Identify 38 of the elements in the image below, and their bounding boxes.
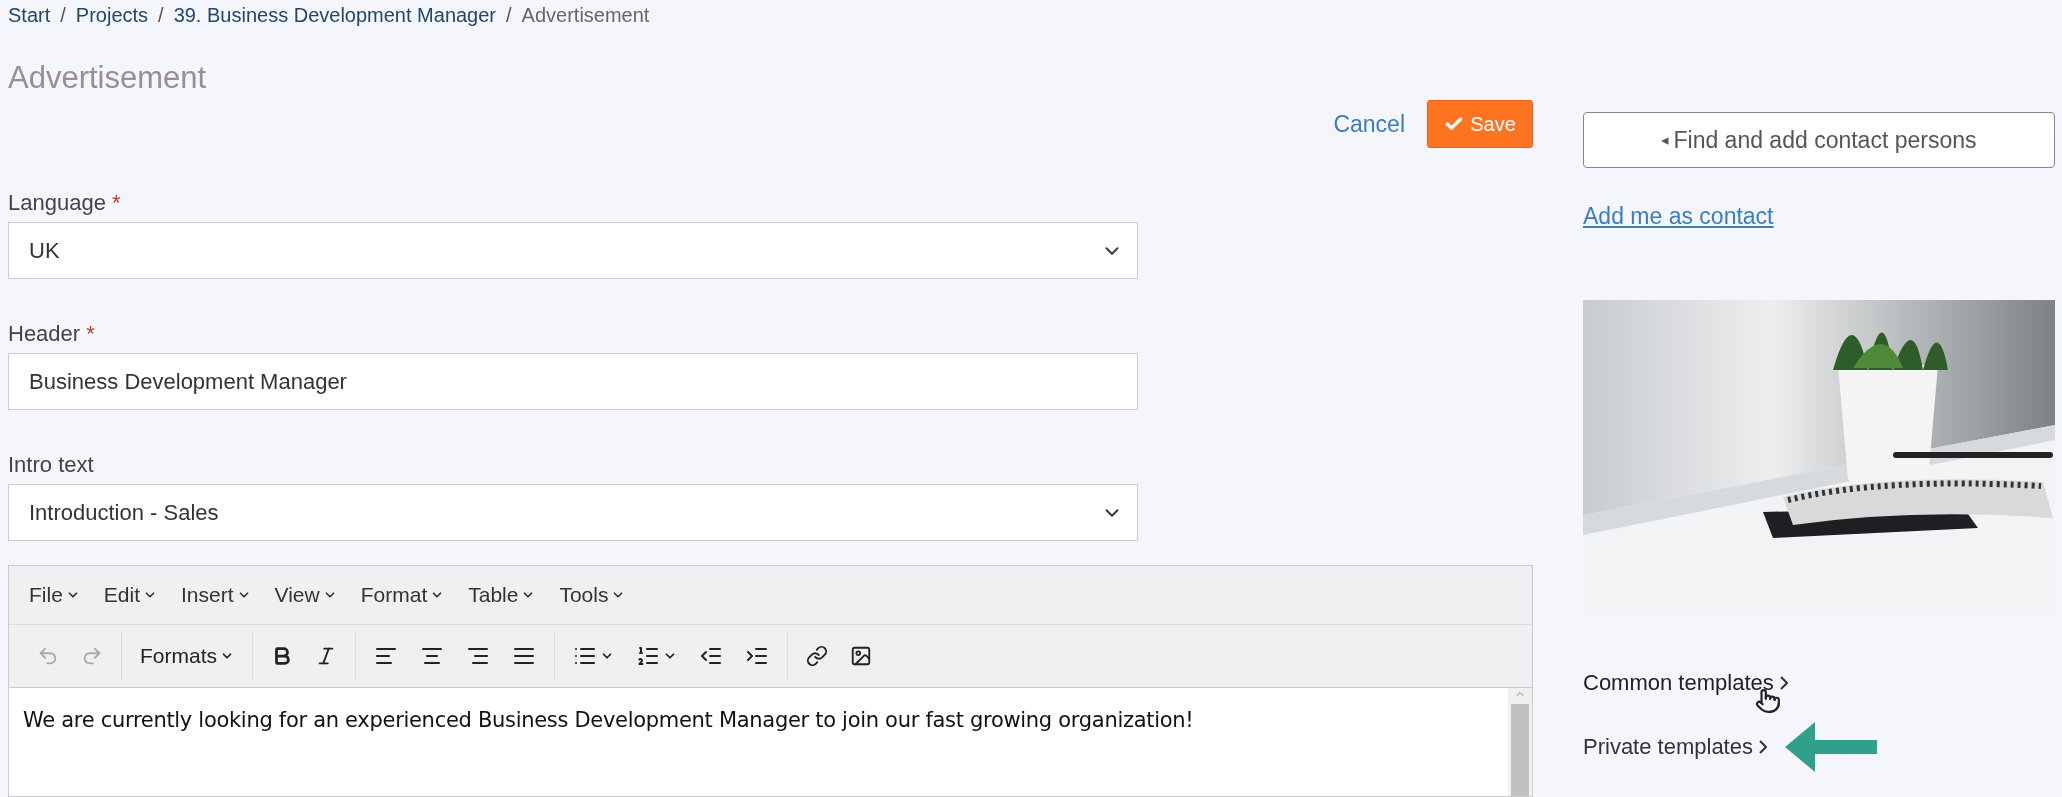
editor-text: We are currently looking for an experienced Business Development Manager to join our fast growing organization! bbox=[22, 707, 1195, 734]
chevron-right-icon bbox=[1758, 740, 1767, 754]
templates-link[interactable]: Private templates bbox=[1583, 734, 1767, 760]
input-field[interactable]: Business Development Manager bbox=[8, 353, 1138, 410]
breadcrumb-link[interactable]: Advertisement bbox=[521, 3, 650, 27]
field-label: Intro text bbox=[8, 452, 94, 478]
menu-item[interactable]: Tools bbox=[549, 579, 636, 611]
required-mark: * bbox=[86, 321, 95, 347]
field-label: Header bbox=[8, 321, 81, 347]
find-contacts-button[interactable]: ◂ Find and add contact persons bbox=[1583, 112, 2055, 168]
undo-icon bbox=[37, 645, 59, 667]
image-icon bbox=[850, 645, 872, 667]
menu-item[interactable]: Insert bbox=[171, 579, 261, 611]
menu-item[interactable]: Edit bbox=[93, 579, 168, 611]
required-mark: * bbox=[111, 190, 121, 216]
formats-dropdown[interactable]: Formats bbox=[132, 638, 242, 674]
select-field[interactable]: UK bbox=[8, 222, 1138, 279]
redo-icon bbox=[81, 645, 103, 667]
menu-item[interactable]: View bbox=[264, 579, 347, 611]
menu-item[interactable]: Table bbox=[458, 579, 546, 611]
breadcrumb-link[interactable]: 39. Business Development Manager bbox=[173, 3, 497, 27]
breadcrumb-separator: / bbox=[506, 3, 512, 27]
chevron-right-icon bbox=[1779, 676, 1788, 690]
templates-link[interactable]: Common templates bbox=[1583, 670, 1788, 696]
add-me-link[interactable]: Add me as contact bbox=[1583, 203, 1774, 230]
breadcrumb-link[interactable]: Start bbox=[8, 3, 51, 27]
field-label: Language bbox=[8, 190, 106, 216]
menu-item[interactable]: Format bbox=[350, 579, 455, 611]
breadcrumb-separator: / bbox=[60, 3, 66, 27]
breadcrumb-link[interactable]: Projects bbox=[75, 3, 149, 27]
cancel-link[interactable]: Cancel bbox=[1333, 110, 1405, 138]
page-title: Advertisement bbox=[8, 60, 208, 96]
select-field[interactable]: Introduction - Sales bbox=[8, 484, 1138, 541]
numbered-list-icon bbox=[636, 644, 660, 668]
menu-item[interactable]: File bbox=[19, 579, 90, 611]
link-icon bbox=[806, 645, 828, 667]
scrollbar[interactable] bbox=[1508, 688, 1532, 796]
breadcrumb-separator: / bbox=[158, 3, 164, 27]
